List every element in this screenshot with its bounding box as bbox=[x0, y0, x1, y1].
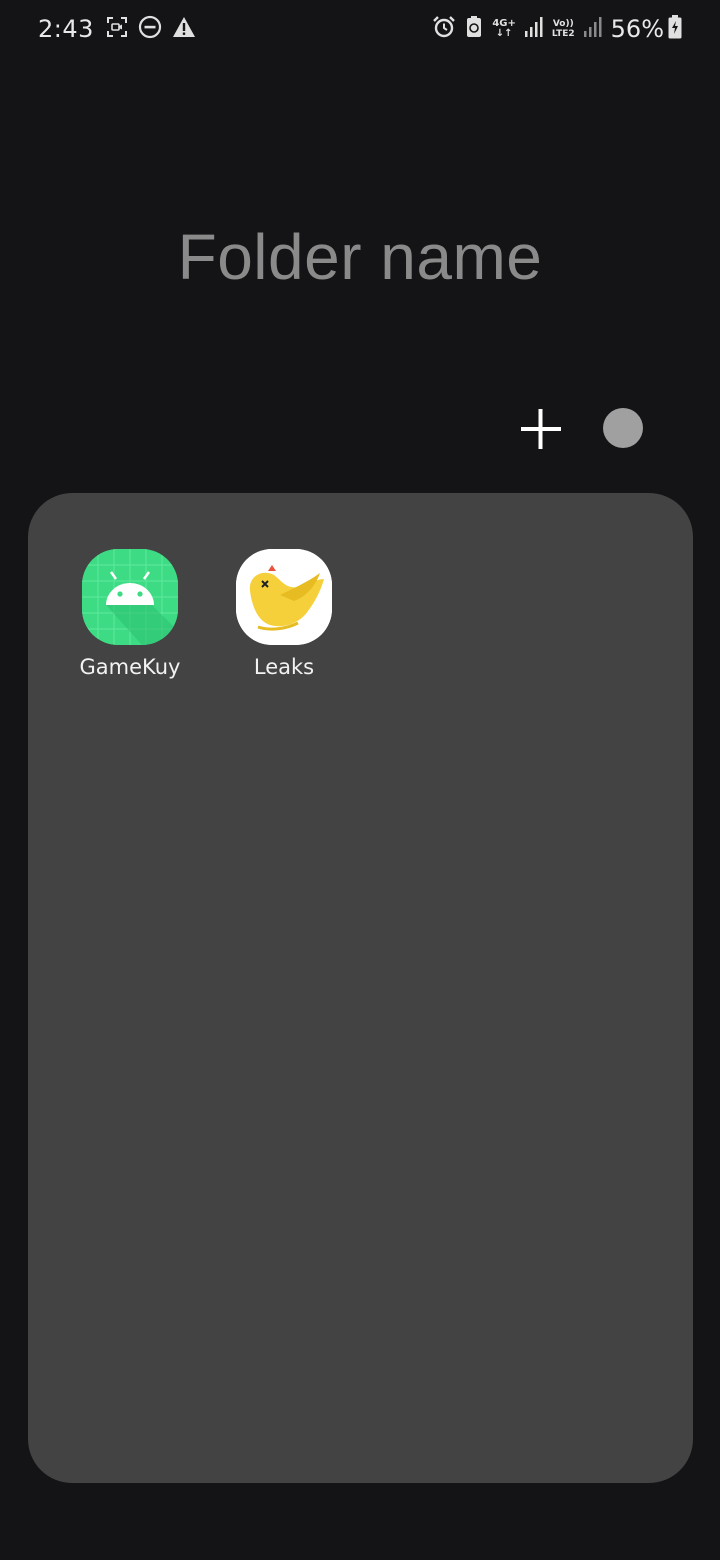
app-label: GameKuy bbox=[79, 655, 181, 679]
folder-name-input[interactable]: Folder name bbox=[0, 220, 720, 294]
folder-color-button[interactable] bbox=[603, 408, 643, 448]
data-saver-icon bbox=[464, 15, 484, 43]
network-type-icon: 4G+ ↓↑ bbox=[492, 19, 516, 39]
status-bar-right: 4G+ ↓↑ Vo)) LTE2 56% bbox=[432, 12, 682, 46]
screen-record-icon bbox=[106, 16, 128, 42]
warning-icon bbox=[172, 16, 196, 42]
volte-icon: Vo)) LTE2 bbox=[552, 19, 575, 39]
add-apps-button[interactable] bbox=[516, 404, 566, 454]
signal-2-icon bbox=[583, 16, 603, 42]
yellow-bird-icon bbox=[236, 549, 332, 645]
alarm-icon bbox=[432, 15, 456, 43]
status-bar-left: 2:43 bbox=[38, 12, 206, 46]
status-bar: 2:43 4G+ ↓↑ Vo)) LTE2 56% bbox=[0, 0, 720, 58]
app-gamekuy[interactable]: GameKuy bbox=[55, 549, 205, 689]
volte-line2: LTE2 bbox=[551, 29, 575, 39]
battery-percent: 56% bbox=[610, 15, 664, 43]
plus-icon bbox=[521, 409, 561, 449]
signal-icon bbox=[524, 16, 544, 42]
status-time: 2:43 bbox=[38, 15, 94, 43]
app-label: Leaks bbox=[253, 655, 315, 679]
volte-line1: Vo)) bbox=[552, 19, 574, 29]
data-arrows-icon: ↓↑ bbox=[495, 28, 513, 39]
folder-panel: GameKuy Leaks bbox=[28, 493, 693, 1483]
app-leaks[interactable]: Leaks bbox=[209, 549, 359, 689]
battery-icon bbox=[668, 15, 682, 43]
do-not-disturb-icon bbox=[138, 15, 162, 43]
android-icon bbox=[82, 549, 178, 645]
